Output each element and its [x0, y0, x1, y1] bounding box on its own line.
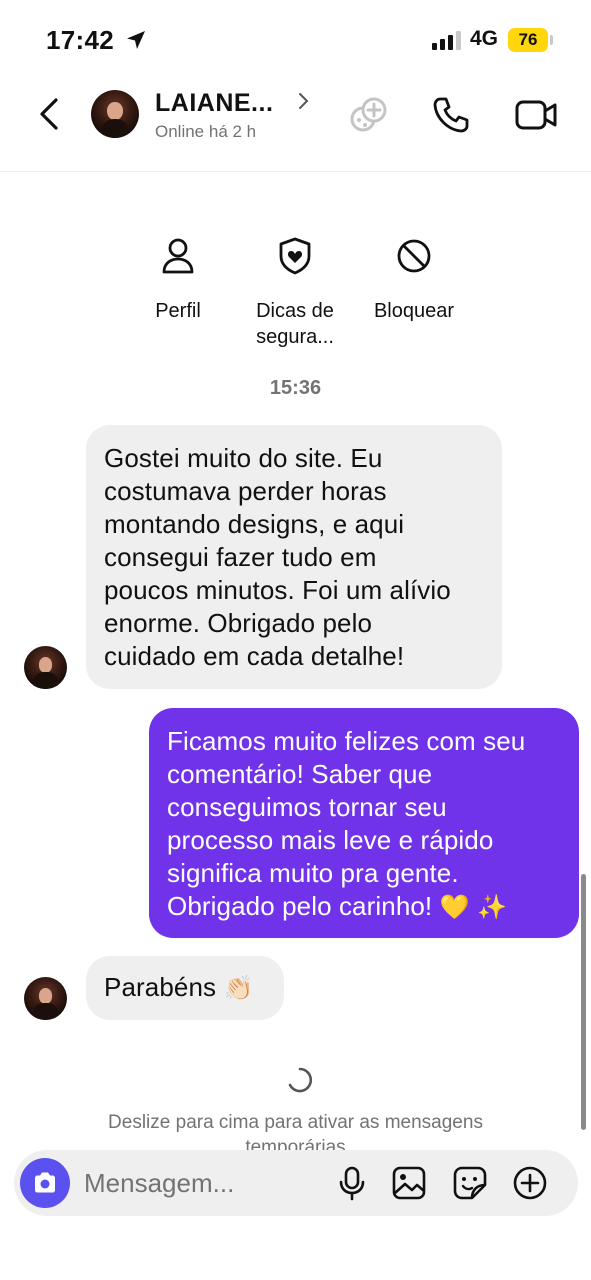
message-line: Obrigado pelo carinho! 💛 ✨ — [167, 890, 561, 924]
loading-spinner-icon — [288, 1067, 313, 1093]
video-icon[interactable] — [514, 98, 558, 132]
message-line: enorme. Obrigado pelo — [104, 608, 373, 638]
presence-status: Online há 2 h — [155, 122, 257, 141]
status-bar: 17:42 4G 76 — [0, 0, 591, 80]
game-icon[interactable] — [348, 94, 390, 134]
vanish-mode-hint: Deslize para cima para ativar as mensage… — [108, 1112, 483, 1133]
back-icon[interactable] — [34, 96, 64, 132]
block-icon — [397, 239, 431, 273]
message-line: Ficamos muito felizes com seu — [167, 726, 526, 756]
message-composer — [14, 1150, 578, 1216]
shield-icon — [279, 237, 311, 275]
message-line: processo mais leve e rápido — [167, 825, 494, 855]
chevron-right-icon[interactable] — [298, 92, 310, 110]
profile-action[interactable]: Perfil — [118, 236, 238, 324]
plus-icon[interactable] — [512, 1165, 548, 1201]
camera-button[interactable] — [20, 1158, 70, 1208]
location-arrow-icon — [127, 31, 145, 49]
action-label: Bloquear — [373, 300, 455, 322]
message-line: significa muito pra gente. — [167, 858, 459, 888]
cellular-signal-icon — [432, 31, 461, 50]
message-text: Parabéns — [104, 972, 224, 1002]
battery-indicator: 76 — [508, 28, 548, 52]
status-time: 17:42 — [46, 25, 114, 55]
network-type: 4G — [470, 27, 499, 50]
safety-tips-action[interactable]: Dicas de segura... — [235, 236, 355, 350]
message-line: poucos minutos. Foi um alívio — [104, 575, 451, 605]
battery-cap — [550, 35, 553, 45]
person-icon — [162, 238, 194, 274]
contact-name[interactable]: LAIANE... — [155, 89, 273, 118]
incoming-message[interactable]: Parabéns 👏🏻 — [86, 956, 284, 1020]
message-line: comentário! Saber que — [167, 759, 433, 789]
block-action[interactable]: Bloquear — [354, 236, 474, 324]
message-line: costumava perder horas — [104, 476, 387, 506]
contact-avatar[interactable] — [91, 90, 139, 138]
sender-avatar[interactable] — [24, 977, 67, 1020]
message-line: consegui fazer tudo em — [104, 542, 377, 572]
message-line: cuidado em cada detalhe! — [104, 641, 405, 671]
message-line: Gostei muito do site. Eu — [104, 443, 383, 473]
gallery-icon[interactable] — [391, 1165, 427, 1201]
action-label: Perfil — [155, 300, 201, 322]
scrollbar[interactable] — [581, 874, 586, 1130]
incoming-message[interactable]: Gostei muito do site. Eu costumava perde… — [86, 425, 502, 689]
outgoing-message[interactable]: Ficamos muito felizes com seu comentário… — [149, 708, 579, 938]
microphone-icon[interactable] — [334, 1165, 370, 1201]
action-label: Dicas de segura... — [235, 298, 355, 350]
message-timestamp: 15:36 — [269, 377, 322, 399]
sticker-icon[interactable] — [452, 1165, 488, 1201]
message-line: Parabéns 👏🏻 — [104, 971, 266, 1005]
camera-icon — [35, 1172, 55, 1193]
clapping-hands-emoji: 👏🏻 — [223, 974, 254, 1002]
action-label-line: segura... — [256, 326, 334, 348]
vanish-mode-hint-continued: temporárias — [245, 1137, 346, 1150]
message-line: montando designs, e aqui — [104, 509, 405, 539]
message-input[interactable] — [84, 1158, 324, 1208]
sender-avatar[interactable] — [24, 646, 67, 689]
profile-actions: Perfil Dicas de segura... Bloquear — [0, 236, 591, 356]
message-text: Obrigado pelo carinho! — [167, 891, 440, 921]
message-line: conseguimos tornar seu — [167, 792, 447, 822]
chat-header: LAIANE... Online há 2 h — [0, 80, 591, 172]
heart-sparkles-emoji: 💛 ✨ — [439, 893, 508, 921]
phone-icon[interactable] — [432, 96, 470, 134]
action-label-line: Dicas de — [256, 300, 334, 322]
